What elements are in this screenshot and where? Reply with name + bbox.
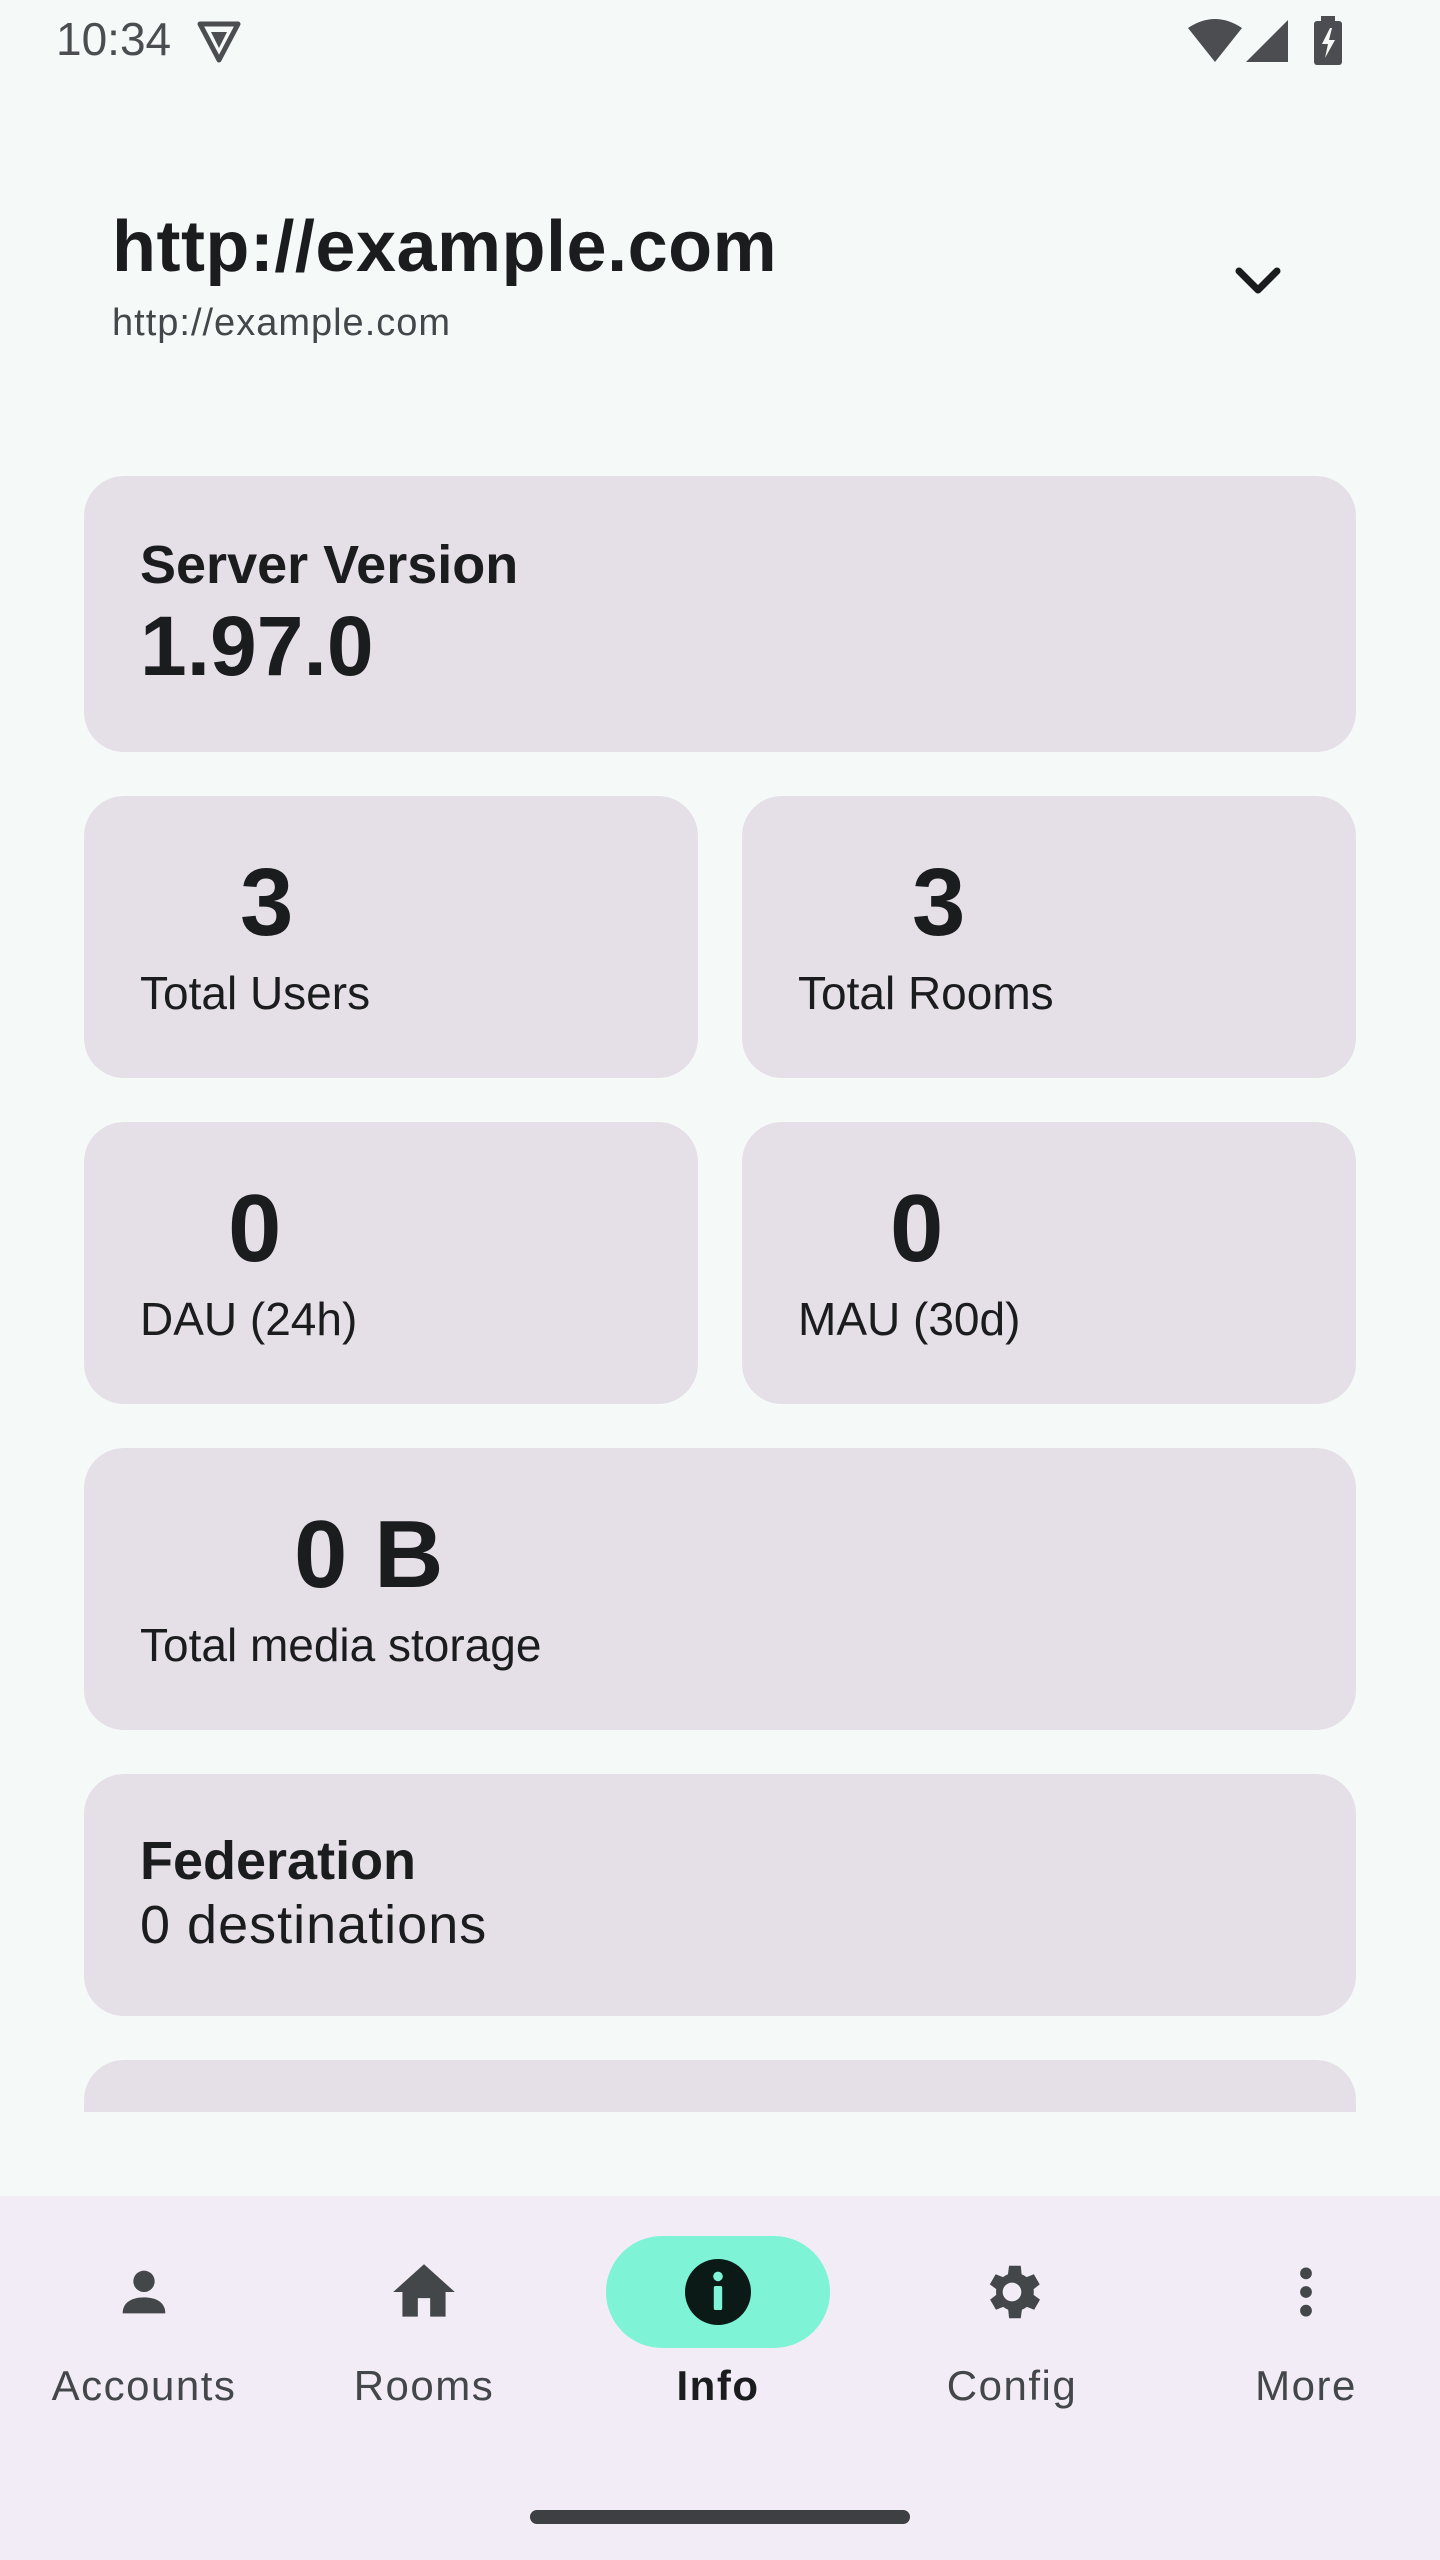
- nav-item-info[interactable]: Info: [574, 2236, 862, 2436]
- federation-label: Federation: [140, 1831, 417, 1891]
- battery-charging-icon: [1314, 16, 1342, 65]
- dau-label: DAU (24h): [140, 1293, 358, 1345]
- nav-item-config[interactable]: Config: [868, 2236, 1156, 2436]
- nav-label-rooms: Rooms: [353, 2362, 495, 2409]
- dau-value: 0: [228, 1175, 282, 1282]
- server-header[interactable]: http://example.com http://example.com: [112, 206, 1312, 356]
- person-icon: [122, 2270, 166, 2314]
- mau-value: 0: [890, 1175, 944, 1282]
- server-dropdown-button[interactable]: [1212, 242, 1304, 322]
- total-users-value: 3: [240, 849, 294, 956]
- status-bar: 10:34: [0, 0, 1440, 84]
- server-version-label: Server Version: [140, 535, 519, 595]
- server-version-card: Server Version 1.97.0: [84, 476, 1356, 752]
- chevron-down-icon: [1235, 267, 1281, 294]
- bottom-nav: Accounts Rooms Info Config More: [0, 2196, 1440, 2560]
- home-icon: [393, 2264, 455, 2317]
- nav-item-rooms[interactable]: Rooms: [280, 2236, 568, 2436]
- media-storage-label: Total media storage: [140, 1619, 542, 1671]
- total-users-card: 3 Total Users: [84, 796, 698, 1078]
- signal-icon: [1246, 20, 1288, 62]
- nav-item-accounts[interactable]: Accounts: [0, 2236, 288, 2436]
- nav-item-more[interactable]: More: [1162, 2236, 1440, 2436]
- total-rooms-card: 3 Total Rooms: [742, 796, 1356, 1078]
- home-indicator[interactable]: [530, 2510, 910, 2524]
- dau-card: 0 DAU (24h): [84, 1122, 698, 1404]
- media-storage-card: 0 B Total media storage: [84, 1448, 1356, 1730]
- nav-label-accounts: Accounts: [51, 2362, 237, 2409]
- nav-active-indicator: [606, 2236, 830, 2348]
- total-users-label: Total Users: [140, 967, 371, 1019]
- status-time: 10:34: [56, 13, 172, 65]
- server-subtitle: http://example.com: [112, 302, 452, 344]
- gear-icon: [989, 2265, 1040, 2319]
- shield-icon: [197, 21, 241, 63]
- mau-card: 0 MAU (30d): [742, 1122, 1356, 1404]
- nav-label-config: Config: [946, 2362, 1078, 2409]
- more-vert-icon: [1300, 2267, 1312, 2317]
- info-icon: [685, 2259, 751, 2325]
- wifi-icon: [1188, 19, 1242, 62]
- nav-label-info: Info: [676, 2362, 760, 2409]
- next-card: [84, 2060, 1356, 2112]
- server-version-value: 1.97.0: [140, 599, 374, 693]
- nav-label-more: More: [1255, 2362, 1357, 2409]
- total-rooms-label: Total Rooms: [798, 967, 1054, 1019]
- server-title: http://example.com: [112, 207, 778, 287]
- media-storage-value: 0 B: [294, 1501, 444, 1608]
- federation-card: Federation 0 destinations: [84, 1774, 1356, 2016]
- mau-label: MAU (30d): [798, 1293, 1021, 1345]
- total-rooms-value: 3: [912, 849, 966, 956]
- next-card-clip: [84, 2060, 1356, 2112]
- federation-value: 0 destinations: [140, 1895, 488, 1955]
